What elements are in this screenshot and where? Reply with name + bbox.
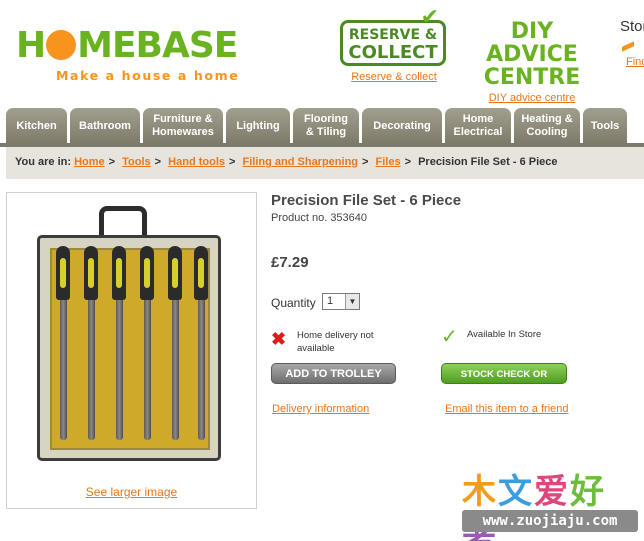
watermark-url: www.zuojiaju.com xyxy=(462,510,638,532)
product-number: Product no. 353640 xyxy=(271,212,368,224)
quantity-select[interactable]: 1 ▼ xyxy=(322,293,360,310)
breadcrumb: You are in: Home > Tools > Hand tools > Fil… xyxy=(6,147,644,179)
nav-tab-bathroom[interactable]: Bathroom xyxy=(70,108,140,144)
breadcrumb-link-tools[interactable]: Tools xyxy=(122,156,151,168)
homebase-logo[interactable]: H MEBASE Make a house a home xyxy=(16,25,240,84)
product-price: £7.29 xyxy=(271,254,309,271)
logo-o-circle xyxy=(46,30,77,60)
nav-tab-tools[interactable]: Tools xyxy=(583,108,627,144)
watermark: 木文爱好者 www.zuojiaju.com xyxy=(460,464,638,541)
checkmark-icon: ✔ xyxy=(420,5,439,30)
diy-advice-link[interactable]: DIY advice centre xyxy=(470,92,594,104)
file-item xyxy=(84,246,98,440)
delivery-information-link[interactable]: Delivery information xyxy=(272,403,369,415)
breadcrumb-link-hand-tools[interactable]: Hand tools xyxy=(168,156,225,168)
file-item xyxy=(194,246,208,440)
breadcrumb-prefix: You are in: xyxy=(15,156,72,168)
breadcrumb-link-files[interactable]: Files xyxy=(376,156,401,168)
product-image-box: See larger image xyxy=(6,192,257,509)
cross-icon: ✖ xyxy=(271,329,287,349)
product-title: Precision File Set - 6 Piece xyxy=(271,192,462,209)
nav-tab-home-electrical[interactable]: Home Electrical xyxy=(445,108,511,144)
reserve-collect-link[interactable]: Reserve & collect xyxy=(340,71,448,83)
checkmark-icon: ✓ xyxy=(441,326,458,348)
case-handle xyxy=(99,206,147,236)
product-image[interactable] xyxy=(37,235,221,461)
file-item xyxy=(168,246,182,440)
reserve-collect-badge[interactable]: ✔ RESERVE & COLLECT xyxy=(340,7,446,66)
breadcrumb-link-home[interactable]: Home xyxy=(74,156,105,168)
reserve-collect-promo[interactable]: ✔ RESERVE & COLLECT Reserve & collect xyxy=(340,7,448,83)
file-item xyxy=(56,246,70,440)
home-delivery-status: Home delivery not available xyxy=(297,330,374,354)
logo-tagline: Make a house a home xyxy=(56,68,240,83)
store-finder-link[interactable]: Find xyxy=(626,56,644,68)
breadcrumb-current: Precision File Set - 6 Piece xyxy=(418,156,558,168)
in-store-status: Available In Store xyxy=(467,329,542,340)
quantity-label: Quantity xyxy=(271,296,316,310)
nav-tab-decorating[interactable]: Decorating xyxy=(362,108,442,144)
nav-tab-heating-cooling[interactable]: Heating & Cooling xyxy=(514,108,580,144)
email-friend-link[interactable]: Email this item to a friend xyxy=(445,403,569,415)
case-tray xyxy=(50,248,210,450)
nav-tab-furniture-homewares[interactable]: Furniture & Homewares xyxy=(143,108,223,144)
logo-wordmark: H MEBASE xyxy=(16,25,238,66)
store-finder-promo[interactable]: Stor Find xyxy=(620,18,644,68)
stock-check-button[interactable]: STOCK CHECK OR RESERVE xyxy=(441,363,567,401)
diy-advice-title[interactable]: DIY ADVICE CENTRE xyxy=(470,20,594,89)
see-larger-image-link[interactable]: See larger image xyxy=(7,485,256,499)
main-nav: Kitchen Bathroom Furniture & Homewares L… xyxy=(6,108,627,144)
chevron-down-icon[interactable]: ▼ xyxy=(345,294,359,309)
diy-advice-promo[interactable]: DIY ADVICE CENTRE DIY advice centre xyxy=(470,20,594,104)
file-item xyxy=(112,246,126,440)
breadcrumb-link-filing-sharpening[interactable]: Filing and Sharpening xyxy=(243,156,359,168)
nav-tab-flooring-tiling[interactable]: Flooring & Tiling xyxy=(293,108,359,144)
file-item xyxy=(140,246,154,440)
nav-tab-lighting[interactable]: Lighting xyxy=(226,108,290,144)
arrow-icon xyxy=(622,32,634,52)
add-to-trolley-button[interactable]: ADD TO TROLLEY xyxy=(271,363,396,384)
nav-tab-kitchen[interactable]: Kitchen xyxy=(6,108,67,144)
